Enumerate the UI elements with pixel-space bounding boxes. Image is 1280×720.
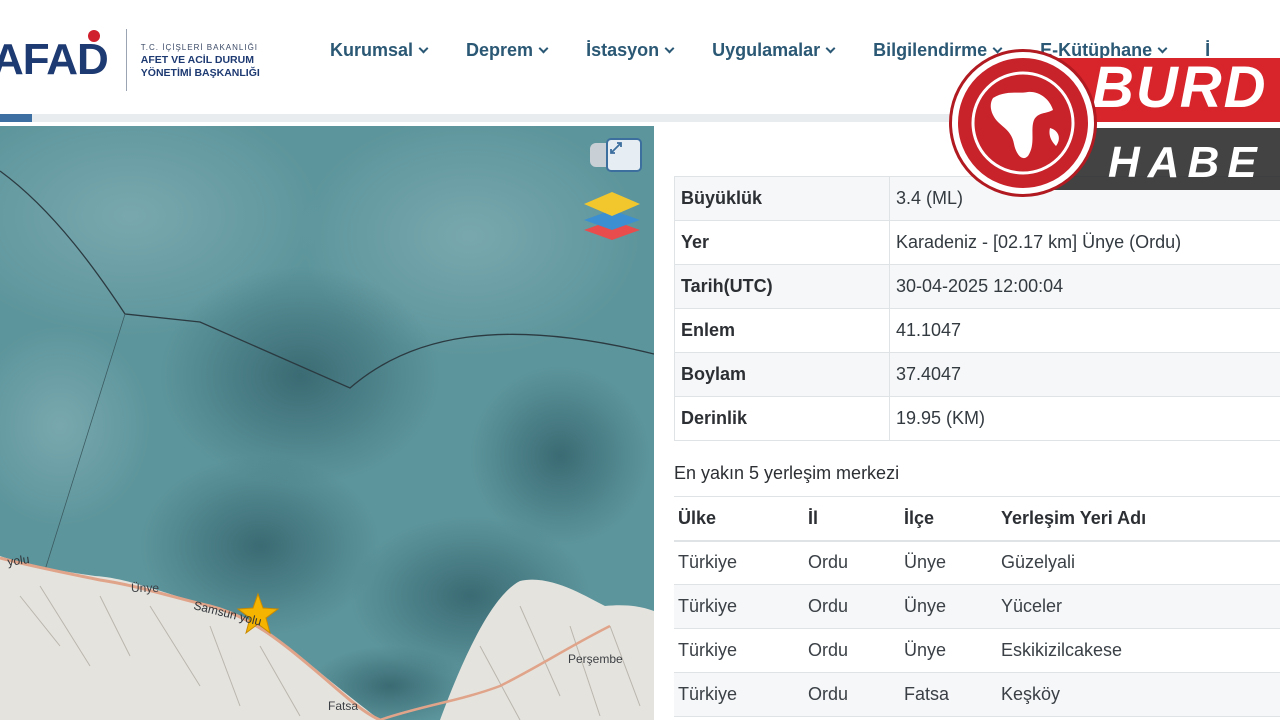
earthquake-details: Büyüklük 3.4 (ML) Yer Karadeniz - [02.17 k… [674, 176, 1280, 441]
column-header-yerlesim: Yerleşim Yeri Adı [997, 496, 1280, 542]
sea-shade [470, 366, 650, 546]
earthquake-map[interactable]: Ünye Samsun yolu yolu Fatsa Perşembe [0, 126, 654, 720]
details-table: Büyüklük 3.4 (ML) Yer Karadeniz - [02.17 k… [674, 176, 1280, 441]
detail-value: Karadeniz - [02.17 km] Ünye (Ordu) [889, 220, 1280, 265]
logo-wordmark: AFAD [0, 35, 109, 84]
page: AFAD T.C. İÇİŞLERİ BAKANLIĞI AFET VE ACİ… [0, 0, 1280, 720]
detail-row-boylam: Boylam 37.4047 [674, 352, 1280, 397]
map-label-persembe: Perşembe [568, 652, 623, 666]
column-header-ulke: Ülke [674, 496, 804, 542]
cell-ilce: Ünye [900, 584, 997, 629]
table-row: Türkiye Ordu Ünye Güzelyali [674, 540, 1280, 585]
afad-logo[interactable]: AFAD T.C. İÇİŞLERİ BAKANLIĞI AFET VE ACİ… [0, 28, 260, 92]
detail-value: 37.4047 [889, 352, 1280, 397]
header-progress-rule [0, 114, 1280, 122]
site-header: AFAD T.C. İÇİŞLERİ BAKANLIĞI AFET VE ACİ… [0, 0, 1280, 114]
layers-button[interactable] [582, 190, 642, 242]
column-header-ilce: İlçe [900, 496, 997, 542]
nav-label: İstasyon [586, 40, 660, 60]
cell-il: Ordu [804, 584, 900, 629]
cell-il: Ordu [804, 628, 900, 673]
logo-ministry-text: T.C. İÇİŞLERİ BAKANLIĞI AFET VE ACİL DUR… [141, 41, 260, 80]
nav-label: Kurumsal [330, 40, 414, 60]
nav-bilgilendirme[interactable]: Bilgilendirme [873, 40, 1003, 61]
nav-label: İ [1205, 40, 1211, 60]
logo-divider [125, 29, 127, 91]
map-canvas: Ünye Samsun yolu yolu Fatsa Perşembe [0, 126, 654, 720]
detail-value: 30-04-2025 12:00:04 [889, 264, 1280, 309]
header-rule-accent [0, 114, 32, 122]
sea-shade [160, 266, 440, 486]
fullscreen-button[interactable] [606, 138, 642, 172]
detail-value: 19.95 (KM) [889, 396, 1280, 441]
cell-yerlesim: Eskikizilcakese [997, 628, 1280, 673]
chevron-down-icon [992, 43, 1003, 54]
cell-ilce: Fatsa [900, 672, 997, 717]
nearest-settlements-title: En yakın 5 yerleşim merkezi [674, 463, 900, 483]
cell-yerlesim: Keşköy [997, 672, 1280, 717]
detail-key: Yer [674, 220, 890, 265]
cell-ulke: Türkiye [674, 540, 804, 585]
map-label-unye: Ünye [131, 581, 159, 595]
detail-value: 41.1047 [889, 308, 1280, 353]
detail-key: Tarih(UTC) [674, 264, 890, 309]
logo-line-1: T.C. İÇİŞLERİ BAKANLIĞI [140, 42, 259, 52]
nav-more[interactable]: İ [1205, 40, 1210, 61]
cell-yerlesim: Güzelyali [997, 540, 1280, 585]
settlements-table: Ülke İl İlçe Yerleşim Yeri Adı Türkiye O… [674, 496, 1280, 717]
settlements-header-row: Ülke İl İlçe Yerleşim Yeri Adı [674, 496, 1280, 542]
cell-yerlesim: Yüceler [997, 584, 1280, 629]
layers-icon [584, 192, 640, 240]
logo-line-2: AFET VE ACİL DURUM [140, 53, 254, 66]
nav-label: Bilgilendirme [873, 40, 988, 60]
nav-istasyon[interactable]: İstasyon [586, 40, 675, 61]
detail-value: 3.4 (ML) [889, 176, 1280, 221]
cell-ilce: Ünye [900, 540, 997, 585]
table-row: Türkiye Ordu Fatsa Keşköy [674, 672, 1280, 717]
cell-ilce: Ünye [900, 628, 997, 673]
nav-label: Uygulamalar [712, 40, 821, 60]
chevron-down-icon [825, 43, 836, 54]
column-header-il: İl [804, 496, 900, 542]
detail-key: Derinlik [674, 396, 890, 441]
table-row: Türkiye Ordu Ünye Eskikizilcakese [674, 628, 1280, 673]
detail-key: Büyüklük [674, 176, 890, 221]
detail-row-yer: Yer Karadeniz - [02.17 km] Ünye (Ordu) [674, 220, 1280, 265]
nav-label: Deprem [466, 40, 534, 60]
nav-e-kutuphane[interactable]: E-Kütüphane [1040, 40, 1168, 61]
chevron-down-icon [664, 43, 675, 54]
nav-kurumsal[interactable]: Kurumsal [330, 40, 429, 61]
cell-ulke: Türkiye [674, 584, 804, 629]
expand-arrows-icon [610, 142, 622, 154]
detail-key: Enlem [674, 308, 890, 353]
main-nav: Kurumsal Deprem İstasyon Uygulamalar Bil… [330, 40, 1249, 61]
nav-label: E-Kütüphane [1040, 40, 1153, 60]
detail-row-enlem: Enlem 41.1047 [674, 308, 1280, 353]
map-label-fatsa: Fatsa [328, 699, 358, 713]
detail-row-derinlik: Derinlik 19.95 (KM) [674, 396, 1280, 441]
logo-crescent-icon [88, 30, 100, 42]
nearest-settlements: Ülke İl İlçe Yerleşim Yeri Adı Türkiye O… [674, 496, 1280, 717]
detail-row-buyukluk: Büyüklük 3.4 (ML) [674, 176, 1280, 221]
logo-line-3: YÖNETİMİ BAŞKANLIĞI [140, 66, 260, 79]
cell-ulke: Türkiye [674, 628, 804, 673]
chevron-down-icon [538, 43, 549, 54]
nav-uygulamalar[interactable]: Uygulamalar [712, 40, 836, 61]
cell-ulke: Türkiye [674, 672, 804, 717]
nav-deprem[interactable]: Deprem [466, 40, 549, 61]
cell-il: Ordu [804, 540, 900, 585]
chevron-down-icon [418, 43, 429, 54]
chevron-down-icon [1157, 43, 1168, 54]
detail-row-tarih: Tarih(UTC) 30-04-2025 12:00:04 [674, 264, 1280, 309]
table-row: Türkiye Ordu Ünye Yüceler [674, 584, 1280, 629]
detail-key: Boylam [674, 352, 890, 397]
cell-il: Ordu [804, 672, 900, 717]
